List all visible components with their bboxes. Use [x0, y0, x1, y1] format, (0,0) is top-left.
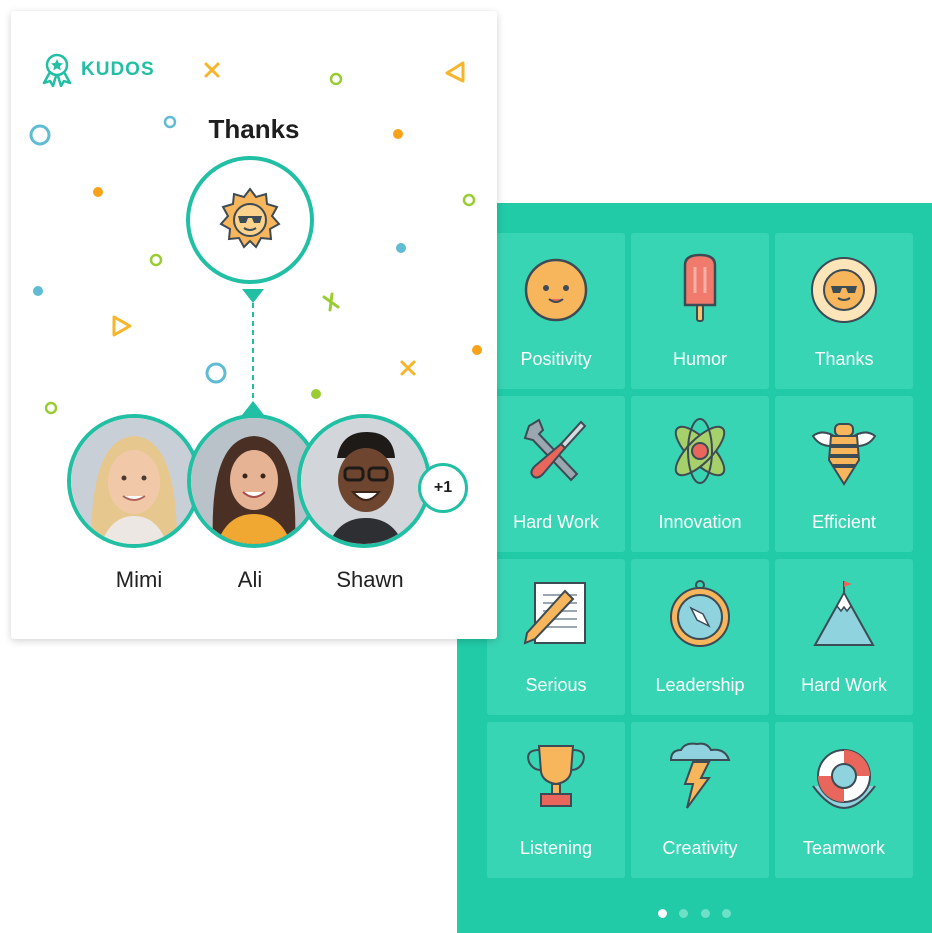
category-label: Listening	[519, 838, 593, 858]
lifebuoy-icon	[812, 749, 876, 810]
kudos-logo[interactable]: KUDOS	[39, 53, 155, 87]
category-tile-creativity[interactable]: Creativity	[631, 722, 769, 878]
category-tile-humor[interactable]: Humor	[631, 233, 769, 389]
category-tile-listening[interactable]: Listening	[487, 722, 625, 878]
page-dot-2[interactable]	[679, 909, 689, 918]
category-tile-hard-work-2[interactable]: Hard Work	[775, 559, 913, 715]
trophy-icon	[527, 745, 585, 807]
sun-sunglasses-icon	[219, 187, 281, 249]
pagination-dots	[457, 905, 932, 923]
page-dot-3[interactable]	[700, 909, 710, 918]
category-tile-efficient[interactable]: Efficient	[775, 396, 913, 552]
recipient-name: Shawn	[336, 567, 404, 592]
category-label: Humor	[672, 349, 727, 369]
document-pencil-icon	[523, 582, 586, 645]
avatar-shawn[interactable]	[297, 414, 431, 548]
logo-text: KUDOS	[81, 59, 155, 80]
lightning-cloud-icon	[669, 742, 731, 809]
category-label: Teamwork	[802, 838, 886, 858]
category-label: Creativity	[662, 838, 738, 858]
recipient-name: Ali	[237, 567, 263, 592]
category-label: Positivity	[520, 349, 592, 369]
category-panel: Positivity Humor Thanks Hard Work Innova…	[457, 203, 932, 933]
category-tile-serious[interactable]: Serious	[487, 559, 625, 715]
avatar-mimi[interactable]	[67, 414, 201, 548]
kudos-title: Thanks	[208, 114, 300, 144]
category-tile-innovation[interactable]: Innovation	[631, 396, 769, 552]
category-tile-positivity[interactable]: Positivity	[487, 233, 625, 389]
avatar-photo	[301, 418, 427, 544]
category-tile-leadership[interactable]: Leadership	[631, 559, 769, 715]
page-dot-1[interactable]	[657, 909, 667, 918]
category-tile-teamwork[interactable]: Teamwork	[775, 722, 913, 878]
category-label: Efficient	[812, 512, 876, 532]
category-tile-thanks[interactable]: Thanks	[775, 233, 913, 389]
category-label: Hard Work	[513, 512, 599, 532]
wrench-screwdriver-icon	[523, 418, 587, 482]
smiley-face-icon	[524, 258, 588, 322]
avatar-photo	[71, 418, 197, 544]
compass-icon	[670, 580, 730, 647]
category-label: Innovation	[658, 512, 742, 532]
award-ribbon-icon	[42, 53, 72, 87]
category-tile-hard-work[interactable]: Hard Work	[487, 396, 625, 552]
mountain-flag-icon	[813, 581, 875, 646]
atom-icon	[674, 418, 726, 484]
popsicle-icon	[683, 253, 717, 322]
kudos-badge	[186, 156, 314, 284]
bee-icon	[811, 423, 877, 486]
sun-sunglasses-icon	[811, 257, 877, 323]
page-dot-4[interactable]	[722, 909, 732, 918]
more-recipients-badge[interactable]: +1	[418, 463, 468, 513]
kudos-card: KUDOS Thanks +1 Mimi Ali Shawn	[11, 11, 497, 639]
category-label: Leadership	[655, 675, 745, 695]
category-label: Hard Work	[801, 675, 887, 695]
category-label: Serious	[525, 675, 587, 695]
category-label: Thanks	[814, 349, 874, 369]
